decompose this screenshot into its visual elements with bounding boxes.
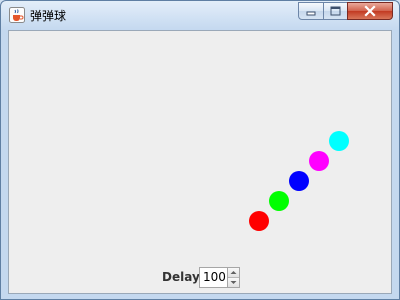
delay-value-field[interactable]: 100 — [203, 270, 226, 284]
ball-blue — [289, 171, 309, 191]
chevron-down-icon — [230, 281, 237, 284]
minimize-icon — [306, 11, 316, 16]
ball-canvas: Delay 100 — [8, 30, 392, 294]
maximize-icon — [330, 6, 341, 16]
window-title: 弹弹球 — [30, 9, 67, 23]
maximize-button[interactable] — [323, 2, 348, 20]
delay-label: Delay — [162, 270, 200, 284]
title-bar[interactable]: 弹弹球 — [1, 1, 399, 29]
minimize-button[interactable] — [298, 2, 324, 20]
ball-red — [249, 211, 269, 231]
delay-spinner[interactable]: 100 — [199, 267, 240, 288]
spinner-buttons — [227, 268, 239, 287]
close-icon — [364, 5, 376, 17]
app-window: 弹弹球 Delay 100 — [0, 0, 400, 300]
spinner-down-button[interactable] — [228, 278, 239, 287]
ball-magenta — [309, 151, 329, 171]
chevron-up-icon — [230, 271, 237, 274]
ball-cyan — [329, 131, 349, 151]
close-button[interactable] — [347, 2, 393, 20]
spinner-up-button[interactable] — [228, 268, 239, 278]
ball-green — [269, 191, 289, 211]
java-cup-icon[interactable] — [9, 7, 25, 23]
